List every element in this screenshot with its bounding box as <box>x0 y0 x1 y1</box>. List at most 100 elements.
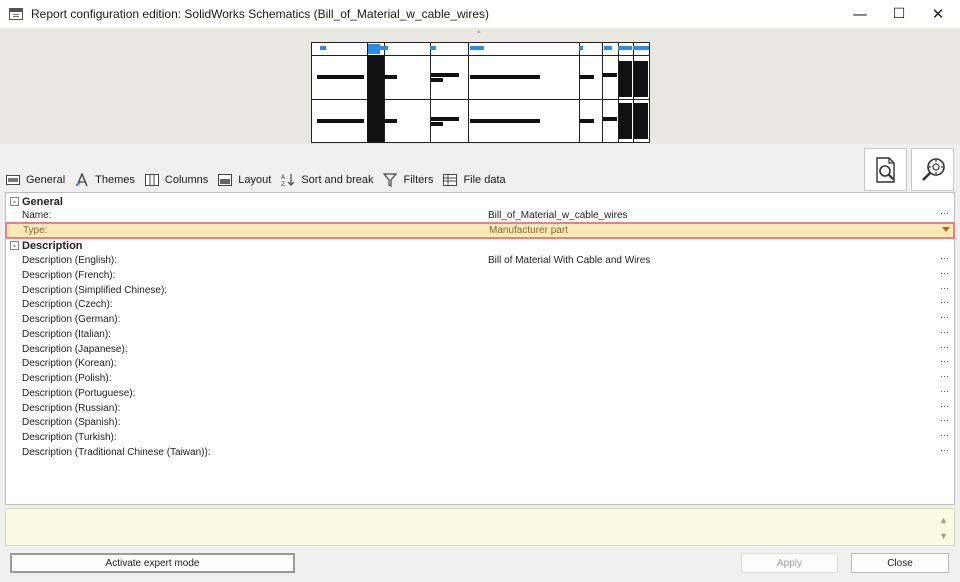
property-row-description[interactable]: Description (Korean): ··· <box>6 356 954 371</box>
document-magnifier-icon <box>875 156 895 183</box>
property-key: Description (Japanese): <box>22 343 128 355</box>
property-row-description[interactable]: Description (Czech): ··· <box>6 297 954 312</box>
report-preview-page[interactable] <box>311 42 650 143</box>
preview-splitter-grip[interactable]: ▴ <box>477 28 483 35</box>
scroll-down-icon[interactable]: ▼ <box>939 531 948 541</box>
collapse-toggle[interactable]: - <box>10 197 19 206</box>
ellipsis-button[interactable]: ··· <box>940 401 949 411</box>
ellipsis-button[interactable]: ··· <box>940 312 949 322</box>
property-key: Description (Czech): <box>22 299 113 311</box>
property-value[interactable]: Bill_of_Material_w_cable_wires <box>488 210 628 221</box>
print-preview-button[interactable] <box>864 148 907 191</box>
category-description[interactable]: - Description <box>6 238 954 253</box>
ellipsis-button[interactable]: ··· <box>940 342 949 352</box>
property-row-description[interactable]: Description (Portuguese): ··· <box>6 386 954 401</box>
property-grid: - General Name: Bill_of_Material_w_cable… <box>5 192 955 505</box>
property-description-panel: ▲ ▼ <box>5 508 955 546</box>
property-value[interactable]: Bill of Material With Cable and Wires <box>488 255 650 266</box>
report-window-icon <box>9 8 23 20</box>
zoom-navigator-icon <box>921 157 945 181</box>
property-key: Description (Russian): <box>22 402 121 414</box>
property-key: Description (Korean): <box>22 358 117 370</box>
configuration-tabs: General Themes Columns Layout AZ Sort an… <box>6 170 516 190</box>
tab-file-data[interactable]: File data <box>443 174 506 187</box>
property-key: Description (French): <box>22 269 116 281</box>
property-row-description[interactable]: Description (English): Bill of Material W… <box>6 253 954 268</box>
title-bar: Report configuration edition: SolidWorks… <box>0 0 960 28</box>
minimize-button[interactable]: — <box>843 0 877 28</box>
property-row-description[interactable]: Description (German): ··· <box>6 312 954 327</box>
property-row-type[interactable]: Type: Manufacturer part <box>5 222 955 239</box>
apply-button[interactable]: Apply <box>741 553 838 573</box>
property-row-description[interactable]: Description (Russian): ··· <box>6 401 954 416</box>
columns-icon <box>144 174 159 187</box>
property-row-description[interactable]: Description (Japanese): ··· <box>6 342 954 357</box>
property-row-description[interactable]: Description (Italian): ··· <box>6 327 954 342</box>
property-row-description[interactable]: Description (Spanish): ··· <box>6 415 954 430</box>
ellipsis-button[interactable]: ··· <box>940 445 949 455</box>
property-row-description[interactable]: Description (Polish): ··· <box>6 371 954 386</box>
ellipsis-button[interactable]: ··· <box>940 297 949 307</box>
category-general[interactable]: - General <box>6 194 954 209</box>
property-key: Name: <box>22 210 52 221</box>
tab-label: Columns <box>164 174 209 186</box>
report-preview-area: ▴ <box>0 28 960 144</box>
property-row-description[interactable]: Description (French): ··· <box>6 268 954 283</box>
ellipsis-button[interactable]: ··· <box>940 415 949 425</box>
property-value[interactable]: Manufacturer part <box>489 225 568 236</box>
tab-columns[interactable]: Columns <box>144 174 209 187</box>
maximize-button[interactable]: ☐ <box>882 0 916 28</box>
close-button[interactable]: Close <box>851 553 949 573</box>
property-key: Description (German): <box>22 314 121 325</box>
ellipsis-button[interactable]: ··· <box>940 356 949 366</box>
ellipsis-button[interactable]: ··· <box>940 253 949 263</box>
tab-label: File data <box>463 174 506 186</box>
tab-label: Filters <box>403 174 434 186</box>
tab-label: Layout <box>238 174 272 186</box>
tab-layout[interactable]: Layout <box>218 174 271 187</box>
ellipsis-button[interactable]: ··· <box>940 371 949 381</box>
sort-icon: AZ <box>281 174 295 187</box>
collapse-toggle[interactable]: - <box>10 241 19 250</box>
ellipsis-button[interactable]: ··· <box>940 386 949 396</box>
property-key: Description (English): <box>22 255 118 266</box>
tab-filters[interactable]: Filters <box>383 173 434 187</box>
property-row-name[interactable]: Name: Bill_of_Material_w_cable_wires ··· <box>6 208 954 223</box>
property-row-description[interactable]: Description (Traditional Chinese (Taiwan… <box>6 445 954 460</box>
tab-label: Sort and break <box>301 174 374 186</box>
file-data-icon <box>443 174 458 187</box>
tab-label: General <box>26 174 66 186</box>
property-row-description[interactable]: Description (Turkish): ··· <box>6 430 954 445</box>
ellipsis-button[interactable]: ··· <box>940 268 949 278</box>
filter-icon <box>383 173 398 187</box>
category-label: General <box>22 195 63 208</box>
tab-themes[interactable]: Themes <box>75 173 135 187</box>
tab-sort-and-break[interactable]: AZ Sort and break <box>281 174 373 187</box>
layout-icon <box>218 174 233 187</box>
activate-expert-mode-button[interactable]: Activate expert mode <box>10 553 295 573</box>
general-icon <box>6 174 20 187</box>
svg-text:A: A <box>281 174 286 181</box>
tab-label: Themes <box>95 174 135 186</box>
themes-icon <box>75 173 89 187</box>
scroll-up-icon[interactable]: ▲ <box>939 515 948 525</box>
ellipsis-button[interactable]: ··· <box>940 327 949 337</box>
property-key: Description (Traditional Chinese (Taiwan… <box>22 446 211 458</box>
ellipsis-button[interactable]: ··· <box>940 208 949 218</box>
dropdown-arrow-icon[interactable] <box>942 227 950 232</box>
window-title: Report configuration edition: SolidWorks… <box>31 7 489 21</box>
property-key: Type: <box>23 225 48 236</box>
property-row-description[interactable]: Description (Simplified Chinese): ··· <box>6 283 954 298</box>
property-key: Description (Turkish): <box>22 432 117 443</box>
ellipsis-button[interactable]: ··· <box>940 430 949 440</box>
tab-general[interactable]: General <box>6 174 65 187</box>
svg-text:Z: Z <box>281 181 285 187</box>
property-key: Description (Spanish): <box>22 417 121 429</box>
category-label: Description <box>22 239 83 252</box>
property-key: Description (Polish): <box>22 373 112 384</box>
ellipsis-button[interactable]: ··· <box>940 283 949 293</box>
zoom-preview-button[interactable] <box>911 148 954 191</box>
property-key: Description (Italian): <box>22 328 111 340</box>
close-window-button[interactable]: ✕ <box>921 0 955 28</box>
property-key: Description (Portuguese): <box>22 387 136 399</box>
